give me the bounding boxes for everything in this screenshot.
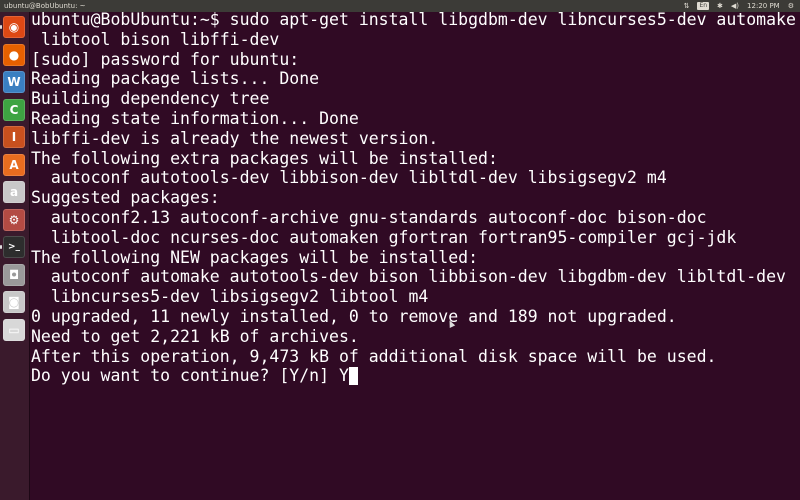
terminal-line: Need to get 2,221 kB of archives.	[31, 326, 359, 346]
terminal-output[interactable]: ubuntu@BobUbuntu:~$ sudo apt-get install…	[31, 10, 800, 498]
terminal-line: libtool-doc ncurses-doc automaken gfortr…	[31, 227, 737, 247]
running-indicator	[0, 245, 2, 249]
terminal-line: libncurses5-dev libsigsegv2 libtool m4	[31, 287, 429, 307]
terminal-line: libtool bison libffi-dev	[31, 29, 280, 49]
terminal-prompt-line[interactable]: Do you want to continue? [Y/n] Y	[31, 366, 800, 386]
terminal-line: Reading state information... Done	[31, 108, 359, 128]
screenshot-icon[interactable]: ◘	[3, 263, 25, 286]
software-center-icon[interactable]: A	[3, 153, 25, 176]
keyboard-layout-indicator[interactable]: En	[697, 2, 710, 10]
libreoffice-impress-icon[interactable]: I	[3, 126, 25, 148]
launcher: ◉ ● W C I Aa ⚙ >_ ◘ ◙ ▭	[0, 12, 30, 500]
terminal-line: The following NEW packages will be insta…	[31, 247, 479, 267]
terminal-line: autoconf autotools-dev libbison-dev libl…	[31, 168, 667, 188]
terminal-line: Suggested packages:	[31, 188, 220, 208]
terminal-line: ubuntu@BobUbuntu:~$ sudo apt-get install…	[31, 10, 796, 29]
libreoffice-calc-icon[interactable]: C	[3, 98, 25, 121]
terminal-line: The following extra packages will be ins…	[31, 148, 498, 168]
terminal-line: 0 upgraded, 11 newly installed, 0 to rem…	[31, 306, 677, 326]
system-settings-icon[interactable]: ⚙	[3, 208, 25, 231]
terminal-line: Reading package lists... Done	[31, 69, 320, 89]
libreoffice-writer-icon[interactable]: W	[3, 71, 25, 93]
terminal-line: libffi-dev is already the newest version…	[31, 128, 439, 148]
dash-icon[interactable]: ◉	[3, 16, 25, 38]
running-indicator	[0, 25, 2, 29]
image-viewer-icon[interactable]: ◙	[3, 291, 25, 313]
terminal-line: Building dependency tree	[31, 89, 270, 109]
terminal-icon[interactable]: >_	[3, 236, 25, 258]
terminal-line: autoconf automake autotools-dev bison li…	[31, 267, 786, 287]
terminal-line: autoconf2.13 autoconf-archive gnu-standa…	[31, 207, 707, 227]
amazon-icon[interactable]: a	[3, 181, 25, 203]
text-cursor	[348, 367, 358, 386]
confirm-prompt: Do you want to continue? [Y/n]	[31, 366, 339, 386]
disk-icon[interactable]: ▭	[3, 318, 25, 341]
firefox-icon[interactable]: ●	[3, 43, 25, 66]
terminal-line: [sudo] password for ubuntu:	[31, 49, 300, 69]
typed-input[interactable]: Y	[339, 366, 349, 385]
terminal-line: After this operation, 9,473 kB of additi…	[31, 346, 717, 366]
